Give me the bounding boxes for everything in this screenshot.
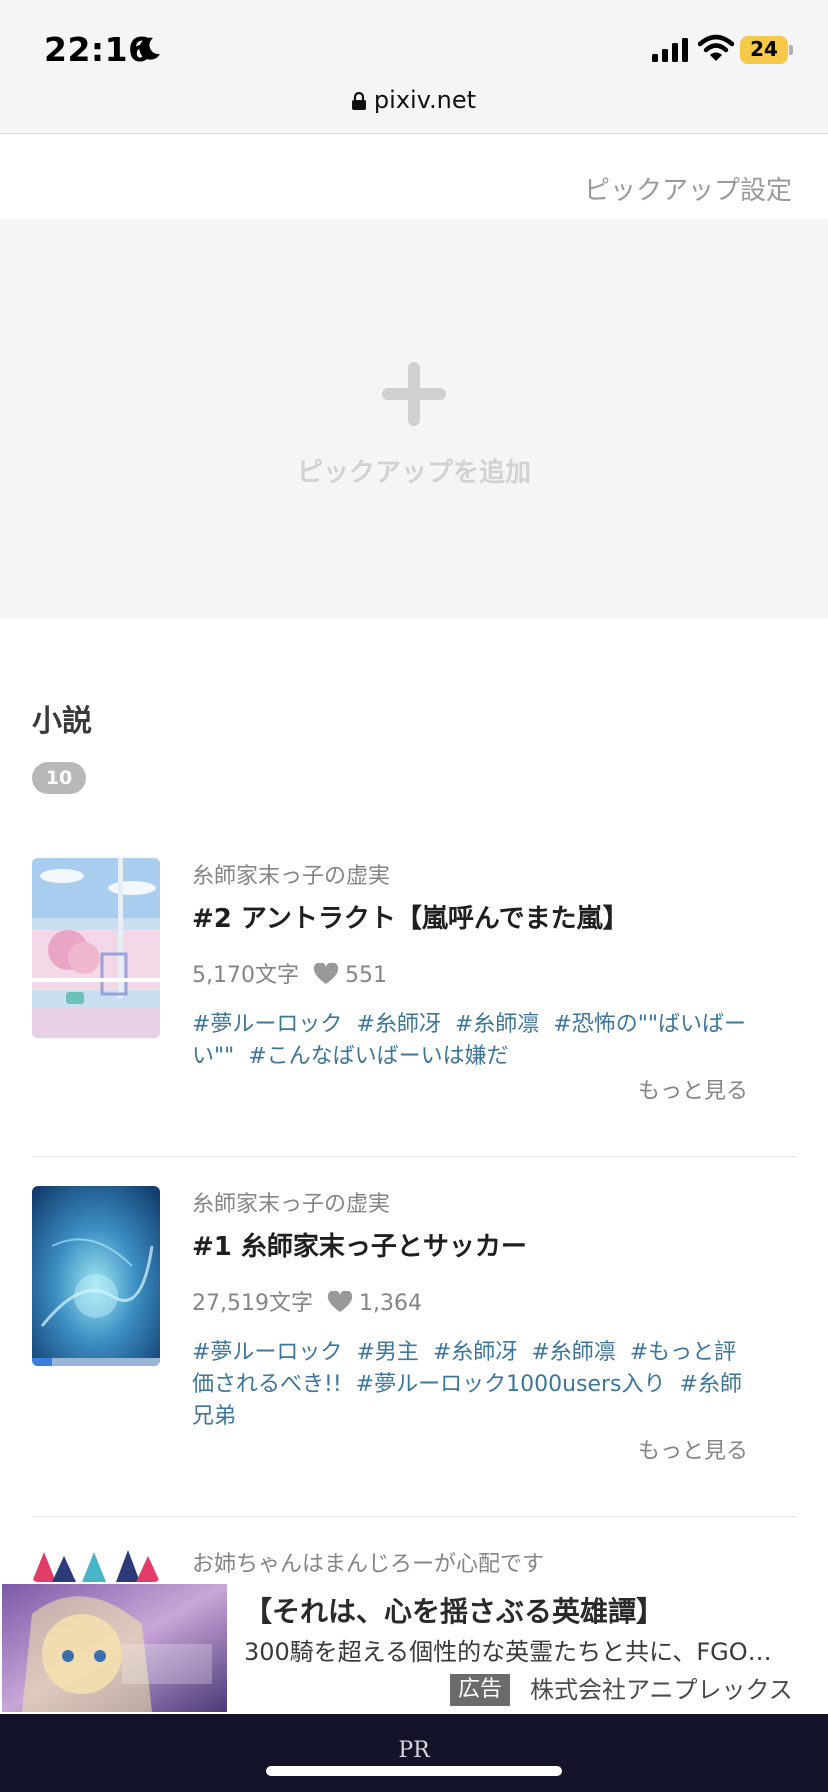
more-button[interactable]: もっと見る — [192, 1433, 752, 1465]
heart-icon — [327, 1291, 353, 1312]
url-text: pixiv.net — [373, 86, 477, 114]
battery-level: 24 — [750, 37, 778, 61]
tag-link[interactable]: #夢ルーロック1000users入り — [356, 1372, 666, 1397]
more-button[interactable]: もっと見る — [192, 1073, 752, 1105]
tag-link[interactable]: #糸師凛 — [455, 1012, 539, 1037]
like-count: 1,364 — [358, 1291, 422, 1316]
ad-company: 株式会社アニプレックス — [530, 1676, 793, 1704]
novel-item[interactable]: 糸師家末っ子の虚実 #2 アントラクト【嵐呼んでまた嵐】 5,170文字 551 … — [32, 858, 796, 1118]
character-count: 27,519文字 — [192, 1291, 313, 1316]
heart-icon — [313, 963, 339, 984]
ad-description[interactable]: 300騎を超える個性的な英霊たちと共に、FGO… — [244, 1632, 820, 1667]
divider — [32, 1516, 796, 1517]
tag-link[interactable]: #夢ルーロック — [192, 1340, 342, 1365]
ad-title[interactable]: 【それは、心を揺さぶる英雄譚】 — [244, 1590, 664, 1630]
pickup-settings-link[interactable]: ピックアップ設定 — [584, 170, 792, 207]
novel-cover-image[interactable] — [32, 1186, 160, 1366]
tag-link[interactable]: #こんなばいばーいは嫌だ — [248, 1044, 508, 1069]
novel-title[interactable]: #2 アントラクト【嵐呼んでまた嵐】 — [192, 898, 752, 935]
ad-image[interactable] — [2, 1584, 227, 1712]
lock-icon — [351, 92, 366, 110]
novel-meta: 27,519文字 1,364 — [192, 1285, 752, 1317]
novel-cover-image[interactable] — [32, 858, 160, 1038]
novel-title[interactable]: #1 糸師家末っ子とサッカー — [192, 1226, 752, 1263]
tag-list: #夢ルーロック #男主 #糸師冴 #糸師凛 #もっと評価されるべき!! #夢ルーロック10… — [192, 1337, 752, 1433]
pr-label: PR — [398, 1738, 430, 1763]
novel-cover-image[interactable] — [32, 1546, 160, 1582]
tag-link[interactable]: #糸師冴 — [433, 1340, 517, 1365]
tag-link[interactable]: #夢ルーロック — [192, 1012, 342, 1037]
ad-label-badge: 広告 — [450, 1674, 511, 1706]
pickup-add-label[interactable]: ピックアップを追加 — [0, 452, 828, 489]
battery-icon: 24 — [740, 36, 793, 64]
section-title: 小説 — [32, 704, 92, 739]
tag-link[interactable]: #糸師凛 — [531, 1340, 615, 1365]
count-badge: 10 — [32, 762, 86, 794]
moon-icon — [139, 37, 160, 60]
cellular-signal-icon — [652, 38, 688, 62]
tag-list: #夢ルーロック #糸師冴 #糸師凛 #恐怖の""ばいばーい"" #こんなばいばーいは嫌だ — [192, 1009, 752, 1073]
novel-item[interactable]: お姉ちゃんはまんじろーが心配です — [32, 1546, 796, 1586]
home-indicator[interactable] — [266, 1766, 562, 1776]
novel-meta: 5,170文字 551 — [192, 957, 752, 989]
novel-series[interactable]: お姉ちゃんはまんじろーが心配です — [192, 1546, 752, 1577]
tag-link[interactable]: #男主 — [356, 1340, 418, 1365]
plus-icon[interactable] — [382, 362, 446, 426]
novel-item[interactable]: 糸師家末っ子の虚実 #1 糸師家末っ子とサッカー 27,519文字 1,364 #… — [32, 1186, 796, 1486]
browser-top-bar: 22:16 24 pixiv.net — [0, 0, 828, 134]
novel-series[interactable]: 糸師家末っ子の虚実 — [192, 858, 752, 889]
url-bar[interactable]: pixiv.net — [0, 86, 828, 114]
ad-banner[interactable]: 【それは、心を揺さぶる英雄譚】 300騎を超える個性的な英霊たちと共に、FGO…… — [0, 1582, 828, 1714]
like-count: 551 — [344, 963, 387, 988]
divider — [32, 1156, 796, 1157]
character-count: 5,170文字 — [192, 963, 299, 988]
tag-link[interactable]: #糸師冴 — [356, 1012, 440, 1037]
novel-series[interactable]: 糸師家末っ子の虚実 — [192, 1186, 752, 1217]
pr-bar: PR — [0, 1714, 828, 1792]
wifi-icon — [698, 34, 734, 61]
